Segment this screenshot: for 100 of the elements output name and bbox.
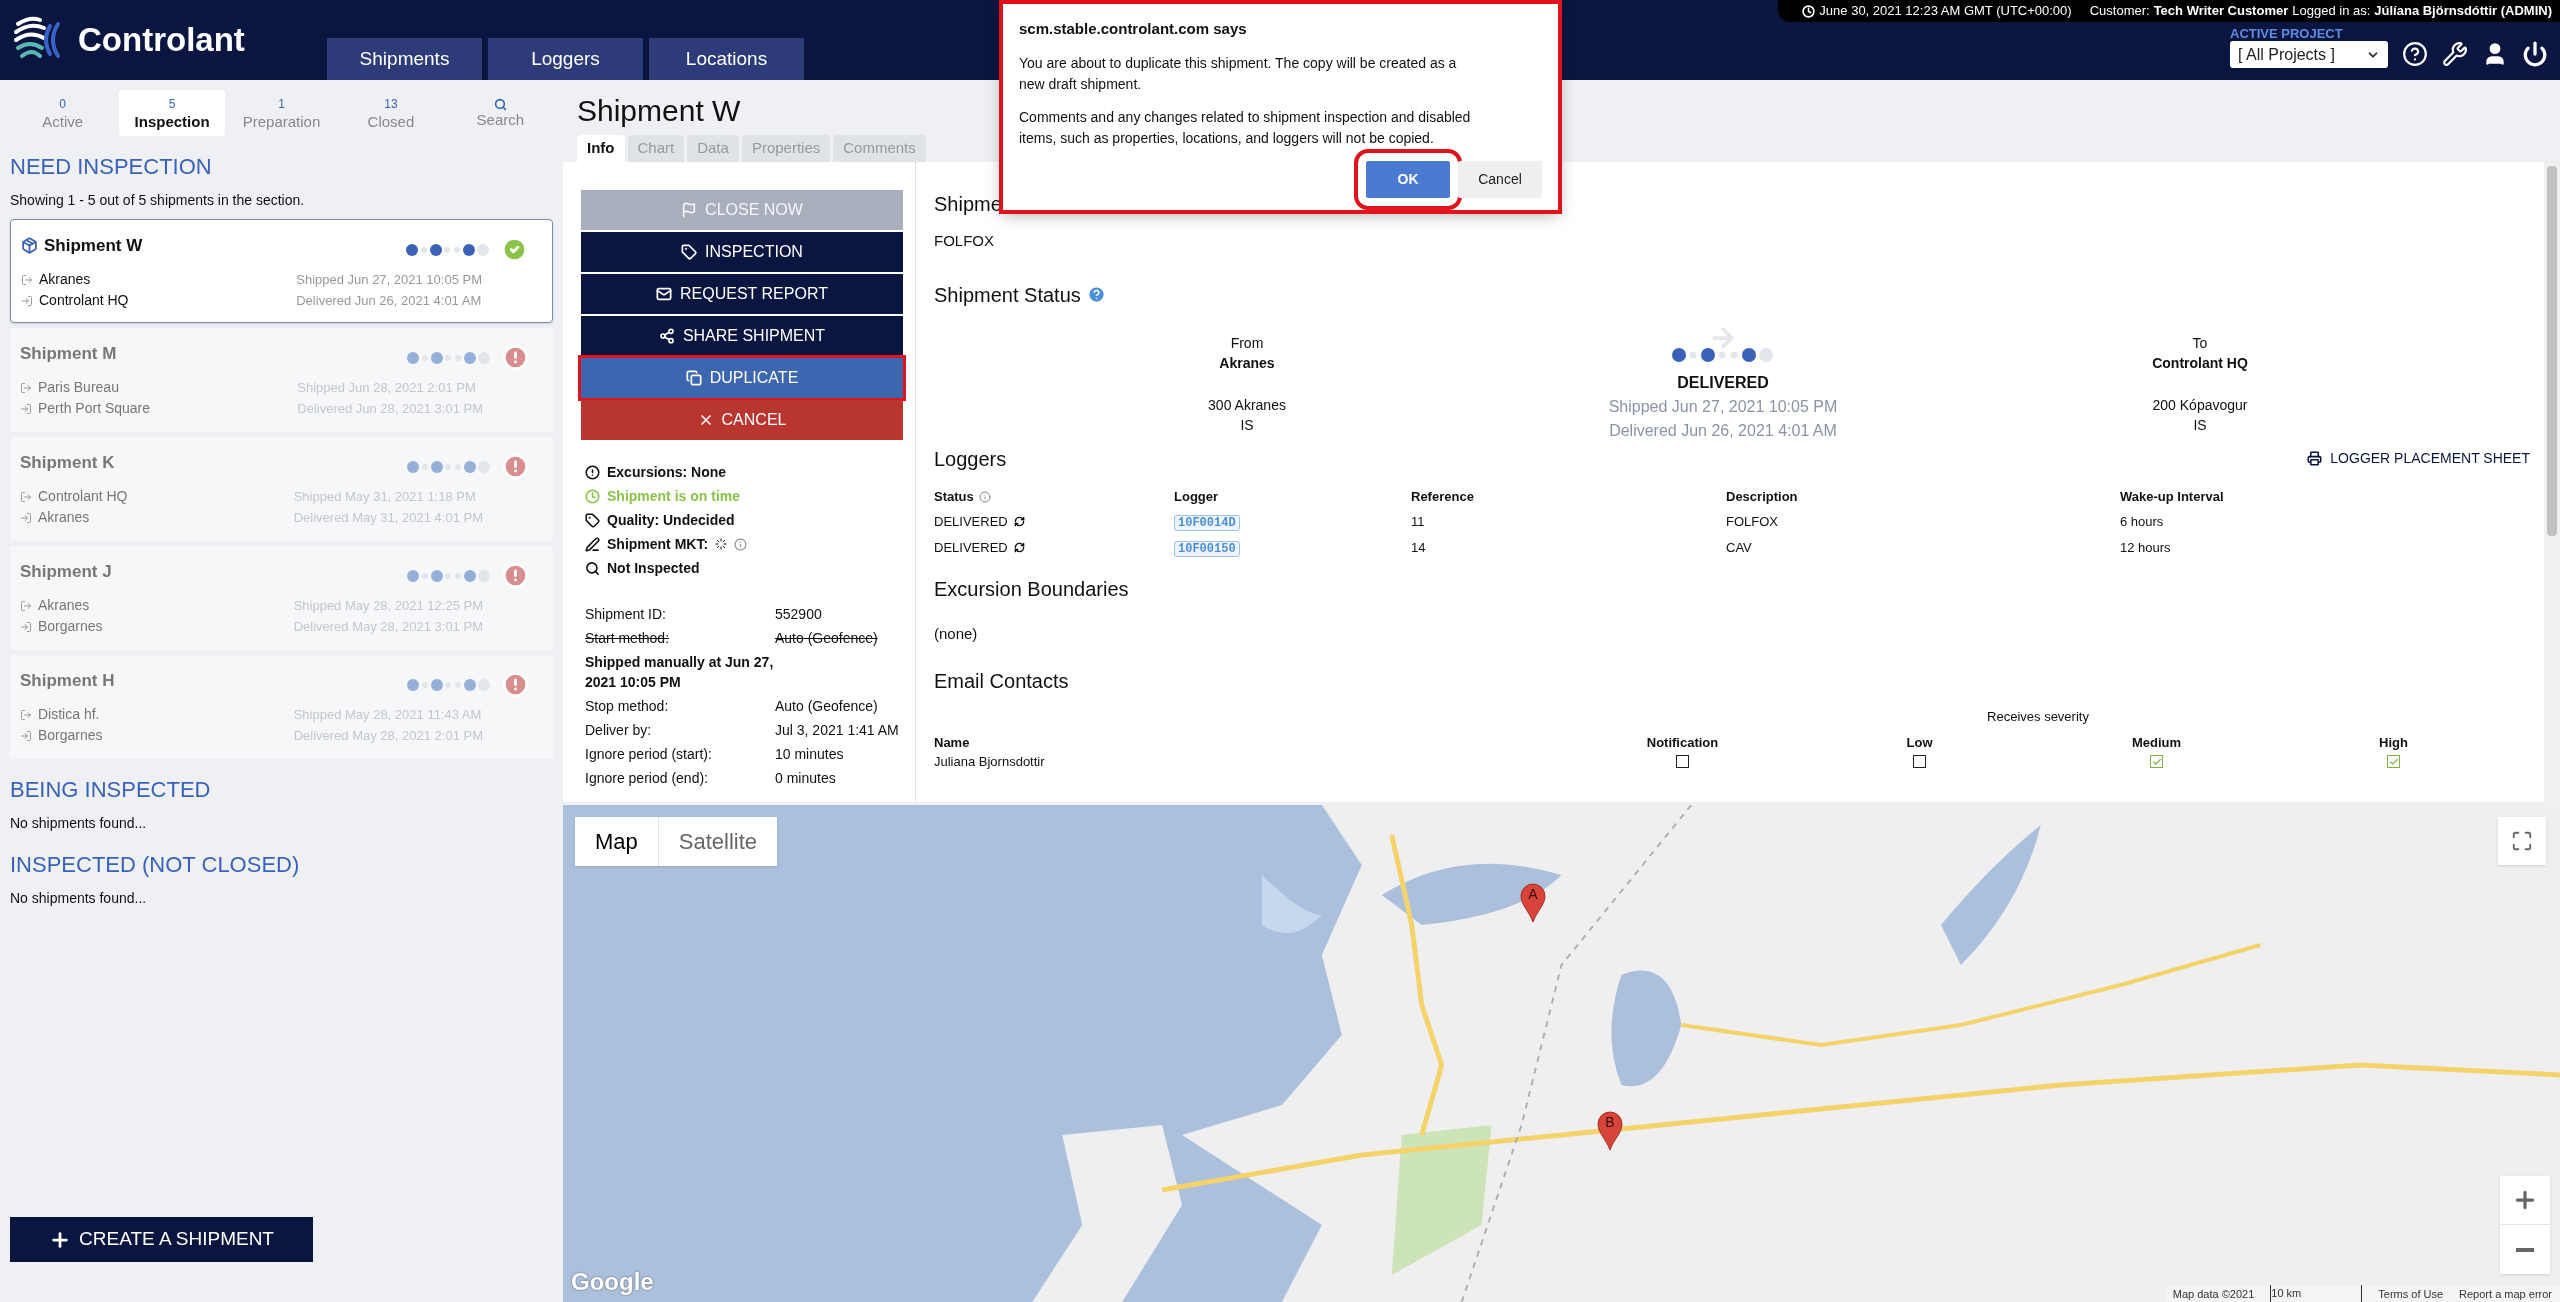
clock-icon — [1802, 4, 1816, 18]
checkbox[interactable] — [1913, 755, 1926, 769]
placement-sheet-button[interactable]: LOGGER PLACEMENT SHEET — [2307, 448, 2530, 469]
column-header: Medium — [2131, 734, 2182, 750]
shipment-name: Shipment K — [20, 451, 115, 474]
column-header: Name — [934, 734, 970, 750]
origin: Distica hf. — [38, 705, 100, 724]
search-icon — [493, 97, 507, 111]
location-label: From — [1230, 333, 1264, 353]
origin: Akranes — [38, 596, 90, 615]
attribution: Map data ©2021 — [2172, 1286, 2255, 1302]
tag-icon — [585, 512, 600, 528]
progress-icon — [406, 568, 492, 583]
location-country: IS — [2193, 415, 2207, 435]
logged-in-label: Logged in as: — [2292, 2, 2371, 21]
detail-value: Auto (Geofence) — [775, 697, 878, 716]
action-button[interactable]: CANCEL — [581, 400, 903, 440]
map-type-button[interactable]: Map — [575, 817, 658, 866]
search-icon — [585, 560, 600, 576]
destination: Borgarnes — [38, 726, 103, 745]
user-name: Júlíana Björnsdóttir (ADMIN) — [2374, 2, 2552, 21]
cancel-button[interactable]: Cancel — [1458, 160, 1542, 198]
section-heading: INSPECTED (NOT CLOSED) — [10, 852, 301, 878]
printer-icon — [2307, 451, 2323, 466]
arrival-icon — [21, 294, 33, 307]
spinner-icon — [715, 538, 728, 550]
status-text: Excursions: None — [607, 463, 727, 482]
status-tab[interactable]: 13 Closed — [338, 90, 444, 136]
power-icon[interactable] — [2522, 41, 2548, 67]
status-tab[interactable]: Search — [447, 90, 554, 136]
description: FOLFOX — [934, 231, 995, 251]
map-type-button[interactable]: Satellite — [657, 817, 778, 866]
status-tab[interactable]: 5 Inspection — [119, 90, 225, 136]
tab[interactable]: Info — [577, 135, 625, 162]
share-icon — [658, 328, 675, 344]
section-heading: BEING INSPECTED — [10, 777, 212, 803]
status-text: Not Inspected — [607, 559, 700, 578]
column-header: Wake-up Interval — [2120, 487, 2224, 506]
action-button[interactable]: DUPLICATE — [581, 358, 903, 398]
nav-tab[interactable]: Shipments — [327, 38, 482, 80]
departure-icon — [20, 490, 32, 503]
nav-tab[interactable]: Loggers — [488, 38, 643, 80]
project-select[interactable]: [ All Projects ] — [2230, 41, 2388, 68]
progress-icon — [406, 459, 492, 474]
column-header: Status — [934, 487, 974, 506]
create-shipment-button[interactable]: CREATE A SHIPMENT — [10, 1217, 313, 1262]
date-time: June 30, 2021 12:23 AM GMT (UTC+00:00) — [1819, 2, 2072, 21]
app-name: Controlant — [78, 20, 245, 61]
shipped-date: Shipped Jun 27, 2021 10:05 PM — [296, 271, 482, 289]
wrench-icon[interactable] — [2442, 41, 2468, 67]
action-button[interactable]: INSPECTION — [581, 232, 903, 272]
column-header: Low — [1906, 734, 1933, 750]
info-icon — [734, 537, 748, 551]
action-button[interactable]: REQUEST REPORT — [581, 274, 903, 314]
empty-message: No shipments found... — [10, 889, 148, 908]
arrival-icon — [20, 511, 32, 524]
help-icon[interactable] — [2402, 41, 2428, 67]
detail-label: Start method: — [585, 629, 671, 648]
progress-icon — [406, 677, 492, 692]
progress-icon — [406, 350, 492, 365]
arrival-icon — [20, 402, 32, 415]
destination: Controlant HQ — [39, 291, 129, 310]
section-heading: Excursion Boundaries — [934, 576, 1130, 601]
info-icon — [978, 490, 991, 503]
location-name: Akranes — [1219, 353, 1275, 373]
status-tab[interactable]: 0 Active — [10, 90, 116, 136]
column-header: Description — [1726, 487, 1798, 506]
arrival-icon — [20, 620, 32, 633]
logger-id-link[interactable]: 10F0014D — [1174, 514, 1240, 531]
fullscreen-button[interactable] — [2498, 817, 2546, 865]
column-header: Reference — [1411, 487, 1474, 506]
checkbox[interactable] — [2387, 755, 2400, 769]
ok-button[interactable]: OK — [1366, 160, 1450, 198]
arrival-icon — [20, 729, 32, 742]
shipment-card[interactable]: Shipment W Akranes Controlant HQ Shipped Jun 27, 2021 10:05 PM Delivered Jun 26, 2021 4:01 AM — [10, 219, 553, 323]
nav-tab[interactable]: Locations — [649, 38, 804, 80]
checkbox[interactable] — [2150, 755, 2163, 769]
status-tab[interactable]: 1 Preparation — [228, 90, 335, 136]
table-cell-text: Juliana Bjornsdottir — [934, 753, 1046, 771]
map-marker[interactable]: B — [1597, 1111, 1623, 1151]
status-text: Shipment MKT: — [607, 535, 709, 554]
logger-id-link[interactable]: 10F00150 — [1174, 540, 1240, 557]
scale-label: 10 km — [2270, 1285, 2363, 1302]
location-country: IS — [1240, 415, 1254, 435]
section-heading: NEED INSPECTION — [10, 154, 213, 180]
clock-icon — [585, 488, 600, 504]
checkbox[interactable] — [1676, 755, 1689, 769]
copy-icon — [685, 370, 702, 386]
empty-message: No shipments found... — [10, 814, 148, 833]
map-logo: Google — [571, 1267, 654, 1297]
tag-icon — [681, 244, 698, 260]
scrollbar-thumb[interactable] — [2547, 166, 2557, 536]
detail-label: Stop method: — [585, 697, 670, 716]
section-heading: Email Contacts — [934, 669, 1070, 693]
map-marker[interactable]: A — [1520, 883, 1546, 923]
action-button[interactable]: SHARE SHIPMENT — [581, 316, 903, 356]
map-link[interactable]: Report a map error — [2459, 1285, 2552, 1302]
fullscreen-icon — [2511, 830, 2533, 852]
location-address: 300 Akranes — [1208, 395, 1286, 415]
map-link[interactable]: Terms of Use — [2378, 1285, 2444, 1302]
